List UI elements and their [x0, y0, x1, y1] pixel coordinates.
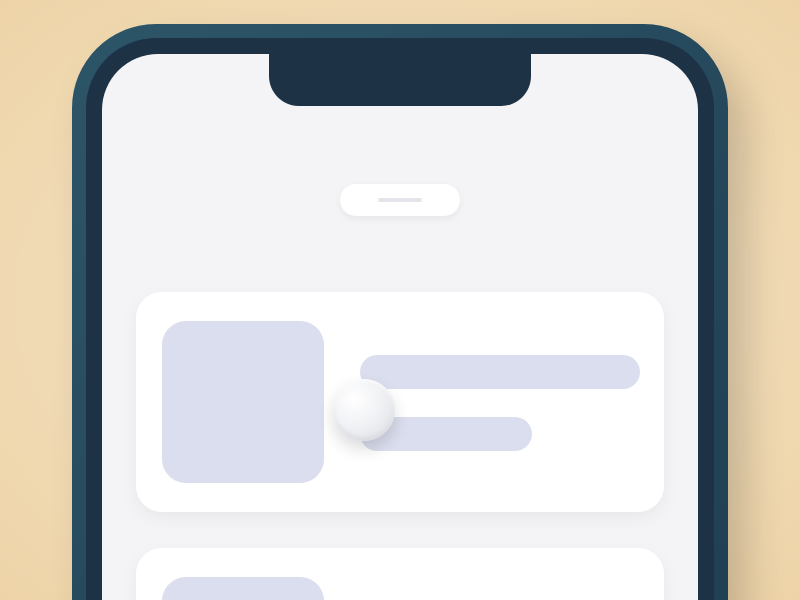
- pull-handle-pill[interactable]: [340, 184, 460, 216]
- list-item[interactable]: [136, 548, 664, 600]
- phone-frame-inner: [86, 38, 714, 600]
- phone-frame-outer: [72, 24, 728, 600]
- list-item[interactable]: [136, 292, 664, 512]
- text-placeholder-group: [360, 577, 638, 600]
- thumbnail-placeholder: [162, 321, 324, 483]
- pull-handle-line: [378, 198, 422, 202]
- touch-cursor-icon: [333, 379, 395, 441]
- text-placeholder-group: [360, 321, 638, 483]
- phone-notch: [269, 54, 531, 106]
- phone-screen: [102, 54, 698, 600]
- text-line-placeholder: [360, 355, 640, 389]
- thumbnail-placeholder: [162, 577, 324, 600]
